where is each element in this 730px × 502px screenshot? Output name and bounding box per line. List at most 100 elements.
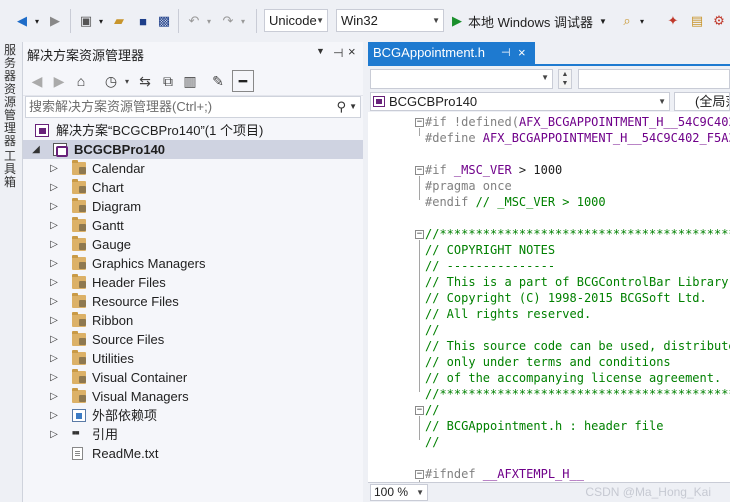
window-position-icon[interactable]: ▼ xyxy=(316,46,325,56)
find-dropdown-icon[interactable]: ▾ xyxy=(637,11,647,31)
expand-arrow-icon[interactable]: ▷ xyxy=(48,216,60,235)
collapse-region-icon[interactable]: − xyxy=(415,166,424,175)
save-icon[interactable]: ■ xyxy=(133,11,153,31)
global-scope-combo[interactable]: (全局范 xyxy=(674,92,730,111)
save-all-icon[interactable]: ▩ xyxy=(154,11,174,31)
find-in-files-icon[interactable]: ⌕ xyxy=(617,11,637,31)
encoding-combo-value: Unicode xyxy=(269,13,317,28)
search-options-dropdown-icon[interactable]: ▼ xyxy=(349,97,357,117)
code-line: #if !defined(AFX_BCGAPPOINTMENT_H__54C9C… xyxy=(425,114,730,130)
collapse-all-icon[interactable]: ⧉ xyxy=(158,72,178,90)
expand-arrow-icon[interactable]: ▷ xyxy=(48,254,60,273)
pin-icon[interactable]: ⊣ xyxy=(501,42,511,64)
toolbox-icon[interactable]: ⚙ xyxy=(709,11,729,31)
expand-arrow-icon[interactable]: ▷ xyxy=(48,330,60,349)
start-debugging-button[interactable]: ▶ 本地 Windows 调试器 ▼ xyxy=(452,11,612,31)
tree-item[interactable]: ▷ Gauge xyxy=(23,235,364,254)
collapse-region-icon[interactable]: − xyxy=(415,230,424,239)
tree-item[interactable]: ▷ 外部依赖项 xyxy=(23,406,364,425)
code-token: AFX_BCGAPPOINTMENT_H__54C9C402 xyxy=(518,115,730,129)
tree-item[interactable]: ▷ Graphics Managers xyxy=(23,254,364,273)
back-icon[interactable]: ◀ xyxy=(12,11,32,31)
tree-item[interactable]: ▷ Calendar xyxy=(23,159,364,178)
redo-icon[interactable]: ↷ xyxy=(218,11,238,31)
close-icon[interactable]: × xyxy=(518,42,526,64)
expand-arrow-icon[interactable]: ▷ xyxy=(48,292,60,311)
expand-arrow-icon[interactable]: ▷ xyxy=(48,159,60,178)
pin-icon[interactable]: ⊣ xyxy=(333,46,343,60)
tree-item[interactable]: ▷ Diagram xyxy=(23,197,364,216)
solution-explorer-panel: 解决方案资源管理器 ▼ ⊣ × ◀ ▶ ⌂ ◷ ▾ ⇆ ⧉ ▥ ✎ ━ 搜索解决… xyxy=(22,42,364,502)
class-icon xyxy=(373,96,385,107)
scope-combo[interactable]: BCGCBPro140 ▼ xyxy=(370,92,670,111)
platform-combo[interactable]: Win32 ▼ xyxy=(336,9,444,32)
editor-status-bar: 100 % ▼ CSDN @Ma_Hong_Kai xyxy=(368,482,730,502)
solution-node[interactable]: 解决方案“BCGCBPro140”(1 个项目) xyxy=(23,121,364,140)
chevron-down-icon: ▼ xyxy=(598,16,607,26)
code-token: !defined( xyxy=(453,115,519,129)
tree-item[interactable]: ReadMe.txt xyxy=(23,444,364,463)
server-explorer-tab[interactable]: 服务器资源管理器 xyxy=(2,44,18,148)
collapse-region-icon[interactable]: − xyxy=(415,470,424,479)
tree-item[interactable]: ▷ Chart xyxy=(23,178,364,197)
code-text-area[interactable]: #if !defined(AFX_BCGAPPOINTMENT_H__54C9C… xyxy=(368,112,730,482)
tree-item[interactable]: ▷ Source Files xyxy=(23,330,364,349)
history-dropdown-icon[interactable]: ▾ xyxy=(117,72,137,90)
undo-icon[interactable]: ↶ xyxy=(184,11,204,31)
tree-item[interactable]: ▷ Gantt xyxy=(23,216,364,235)
new-project-icon[interactable]: ▣ xyxy=(76,11,96,31)
toolbox-tab[interactable]: 工具箱 xyxy=(2,150,18,189)
back-icon[interactable]: ◀ xyxy=(27,72,47,90)
open-file-icon[interactable]: ▰ xyxy=(109,11,129,31)
expand-arrow-icon[interactable]: ▷ xyxy=(48,406,60,425)
forward-icon[interactable]: ▶ xyxy=(49,72,69,90)
tree-item[interactable]: ▷ Ribbon xyxy=(23,311,364,330)
search-icon[interactable]: ⚲ xyxy=(336,97,346,117)
tree-item[interactable]: ▷ 引用 xyxy=(23,424,364,444)
navigation-bar-top: ▼ ▲ ▼ xyxy=(368,66,730,92)
home-icon[interactable]: ⌂ xyxy=(71,72,91,90)
collapse-region-icon[interactable]: − xyxy=(415,406,424,415)
collapse-region-icon[interactable]: − xyxy=(415,118,424,127)
navigation-bar-scope: BCGCBPro140 ▼ (全局范 xyxy=(368,92,730,112)
tree-item[interactable]: ▷ Header Files xyxy=(23,273,364,292)
expand-arrow-icon[interactable]: ▷ xyxy=(48,197,60,216)
tree-item-label: Diagram xyxy=(92,199,142,214)
chevron-down-icon: ▼ xyxy=(432,16,440,25)
expand-arrow-icon[interactable]: ▷ xyxy=(48,425,60,444)
expand-arrow-icon[interactable]: ▷ xyxy=(48,387,60,406)
back-dropdown-icon[interactable]: ▾ xyxy=(32,11,42,31)
expand-arrow-icon[interactable]: ▷ xyxy=(48,368,60,387)
sync-icon[interactable]: ⇆ xyxy=(135,72,155,90)
show-all-files-icon[interactable]: ▥ xyxy=(180,72,200,90)
new-dropdown-icon[interactable]: ▾ xyxy=(96,11,106,31)
expand-arrow-icon[interactable]: ▷ xyxy=(48,311,60,330)
expand-arrow-icon[interactable]: ▷ xyxy=(48,178,60,197)
redo-dropdown-icon[interactable]: ▾ xyxy=(238,11,248,31)
tree-item[interactable]: ▷ Resource Files xyxy=(23,292,364,311)
project-nav-combo[interactable]: ▼ xyxy=(370,69,553,89)
bookmark-icon[interactable]: ✦ xyxy=(663,11,683,31)
tree-item-label: Gantt xyxy=(92,218,124,233)
close-icon[interactable]: × xyxy=(348,44,356,59)
encoding-combo[interactable]: Unicode ▼ xyxy=(264,9,328,32)
member-nav-combo[interactable] xyxy=(578,69,730,89)
expand-arrow-icon[interactable]: ▷ xyxy=(48,349,60,368)
tree-item[interactable]: ▷ Utilities xyxy=(23,349,364,368)
code-token: // xyxy=(425,435,440,449)
expand-arrow-icon[interactable]: ▷ xyxy=(48,273,60,292)
zoom-combo[interactable]: 100 % ▼ xyxy=(370,484,428,501)
preview-selected-items-icon[interactable]: ━ xyxy=(232,70,254,92)
tab-bcgappointment-h[interactable]: BCGAppointment.h ⊣ × xyxy=(368,42,535,64)
expand-arrow-icon[interactable]: ▷ xyxy=(48,235,60,254)
collapse-arrow-icon[interactable]: ◢ xyxy=(30,140,42,159)
forward-icon[interactable]: ▶ xyxy=(46,11,64,31)
tree-item[interactable]: ▷ Visual Container xyxy=(23,368,364,387)
properties-icon[interactable]: ✎ xyxy=(208,72,228,90)
undo-dropdown-icon[interactable]: ▾ xyxy=(204,11,214,31)
solution-explorer-search-input[interactable]: 搜索解决方案资源管理器(Ctrl+;) ⚲ ▼ xyxy=(25,96,361,118)
tree-item[interactable]: ▷ Visual Managers xyxy=(23,387,364,406)
nav-spin-button[interactable]: ▲ ▼ xyxy=(558,69,572,89)
solution-explorer-icon[interactable]: ▤ xyxy=(687,11,707,31)
project-node[interactable]: ◢ BCGCBPro140 xyxy=(23,140,364,159)
